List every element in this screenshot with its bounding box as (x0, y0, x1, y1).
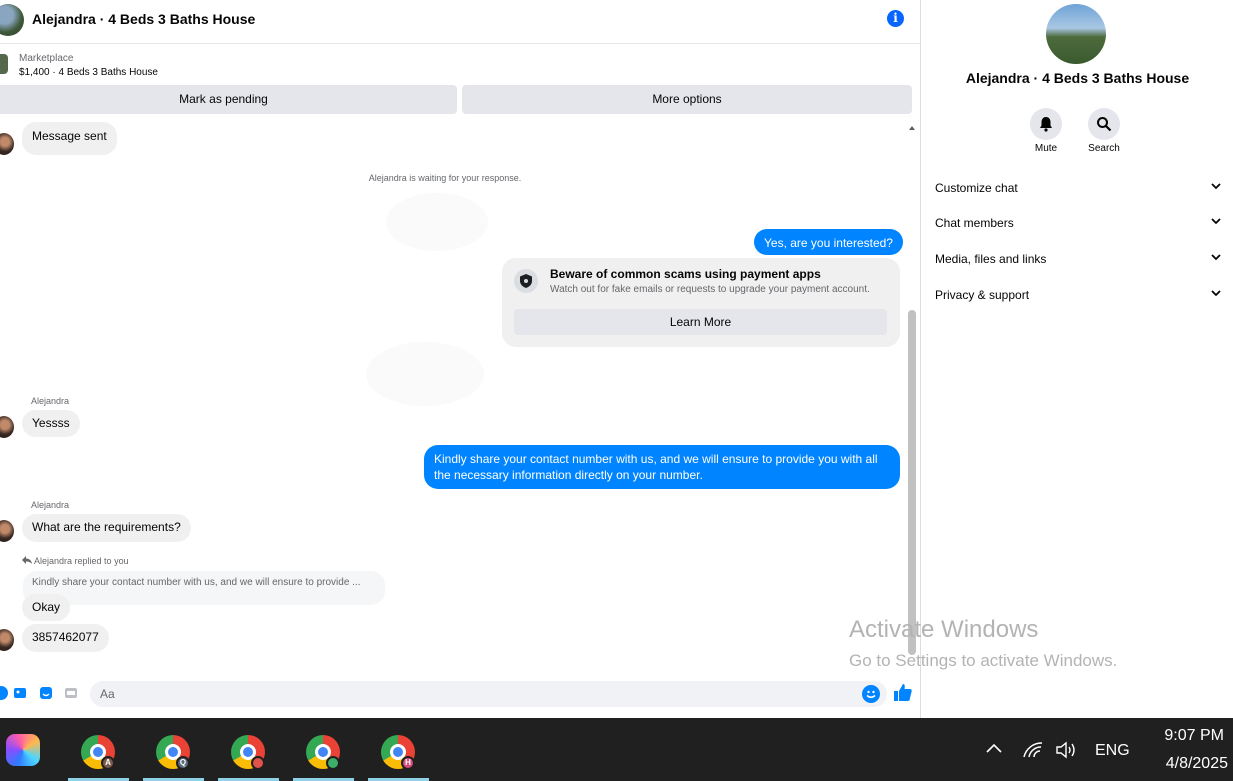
shield-icon (514, 269, 538, 293)
emoji-icon[interactable] (862, 685, 880, 703)
section-media-files-links[interactable]: Media, files and links (935, 250, 1223, 270)
taskbar-app-chrome-profile-4[interactable] (293, 720, 354, 781)
search-button[interactable] (1088, 108, 1120, 140)
avatar[interactable] (1046, 4, 1106, 64)
taskbar-app-chrome-profile-3[interactable] (218, 720, 279, 781)
section-customize-chat[interactable]: Customize chat (935, 179, 1223, 199)
blurred-sticker (366, 342, 484, 406)
scrollbar-thumb[interactable] (908, 310, 916, 655)
chat-window: Alejandra · 4 Beds 3 Baths House i Marke… (0, 0, 921, 718)
show-hidden-icons-chevron-up-icon[interactable] (985, 742, 1003, 754)
more-options-button[interactable]: More options (462, 85, 912, 114)
listing-summary[interactable]: Marketplace $1,400 · 4 Beds 3 Baths Hous… (0, 48, 921, 82)
scroll-up-arrow-icon[interactable] (909, 126, 915, 130)
profile-badge: H (401, 756, 415, 770)
bell-icon (1040, 117, 1052, 132)
scam-warning-card: Beware of common scams using payment app… (502, 258, 900, 347)
clock-date[interactable]: 4/8/2025 (1130, 755, 1228, 773)
thumbs-up-icon[interactable] (893, 683, 913, 703)
copilot-icon[interactable] (6, 734, 40, 766)
listing-price-title: $1,400 · 4 Beds 3 Baths House (19, 67, 158, 78)
listing-thumbnail (0, 54, 8, 74)
listing-source: Marketplace (19, 53, 74, 64)
message-bubble-outgoing: Kindly share your contact number with us… (424, 445, 900, 489)
learn-more-button[interactable]: Learn More (514, 309, 887, 335)
section-label: Privacy & support (935, 288, 1030, 302)
message-bubble-outgoing: Yes, are you interested? (754, 229, 903, 255)
profile-badge (251, 756, 265, 770)
panel-title: Alejandra · 4 Beds 3 Baths House (965, 70, 1190, 86)
chevron-down-icon (1211, 218, 1221, 225)
avatar[interactable] (0, 4, 24, 36)
speaker-icon[interactable] (1055, 741, 1079, 759)
scam-warning-description: Watch out for fake emails or requests to… (550, 284, 870, 295)
message-bubble-incoming: What are the requirements? (22, 514, 191, 542)
sender-name: Alejandra (31, 500, 70, 510)
taskbar-app-chrome-profile-q[interactable]: Q (143, 720, 204, 781)
mute-button[interactable] (1030, 108, 1062, 140)
message-sent-bubble: Message sent (22, 122, 117, 155)
chevron-down-icon (1211, 254, 1221, 261)
chevron-down-icon (1211, 183, 1221, 190)
section-privacy-support[interactable]: Privacy & support (935, 286, 1223, 306)
profile-badge (326, 756, 340, 770)
search-icon (1097, 117, 1112, 132)
reply-quote[interactable]: Kindly share your contact number with us… (23, 571, 385, 605)
chat-info-panel: Alejandra · 4 Beds 3 Baths House Mute Se… (922, 0, 1233, 718)
scam-warning-title: Beware of common scams using payment app… (550, 267, 821, 281)
taskbar-app-chrome-profile-a[interactable]: A (68, 720, 129, 781)
profile-badge: A (101, 756, 115, 770)
sticker-icon[interactable] (39, 686, 53, 700)
sender-name: Alejandra (31, 396, 70, 406)
reply-icon (22, 556, 32, 564)
chat-title[interactable]: Alejandra · 4 Beds 3 Baths House (32, 11, 255, 27)
activate-windows-subtitle: Go to Settings to activate Windows. (849, 651, 1118, 670)
gif-icon[interactable] (64, 686, 78, 700)
taskbar-app-chrome-profile-h[interactable]: H (368, 720, 429, 781)
message-bubble-incoming: 3857462077 (22, 624, 109, 652)
clock-time[interactable]: 9:07 PM (1130, 727, 1224, 745)
taskbar: A Q H (0, 718, 1233, 781)
mute-label: Mute (1034, 143, 1058, 154)
blurred-sticker (386, 193, 488, 251)
section-label: Customize chat (935, 181, 1018, 195)
reply-label: Alejandra replied to you (34, 556, 129, 566)
message-scrollbar[interactable] (906, 122, 919, 672)
info-icon[interactable]: i (887, 10, 904, 27)
mark-as-pending-button[interactable]: Mark as pending (0, 85, 457, 114)
plus-circle-icon[interactable] (0, 686, 8, 700)
activate-windows-title: Activate Windows (849, 616, 1039, 643)
message-bubble-incoming: Okay (22, 594, 71, 621)
reply-indicator: Alejandra replied to you (22, 556, 129, 566)
section-chat-members[interactable]: Chat members (935, 214, 1223, 234)
search-label: Search (1088, 143, 1120, 154)
wifi-icon[interactable] (1022, 741, 1044, 759)
profile-badge: Q (176, 756, 190, 770)
section-label: Media, files and links (935, 252, 1047, 266)
composer (0, 676, 921, 716)
section-label: Chat members (935, 216, 1014, 230)
waiting-note: Alejandra is waiting for your response. (368, 173, 522, 183)
language-indicator[interactable]: ENG (1095, 742, 1130, 760)
chevron-down-icon (1211, 290, 1221, 297)
chat-header: Alejandra · 4 Beds 3 Baths House i (0, 0, 921, 44)
message-bubble-incoming: Yessss (22, 410, 80, 437)
photo-icon[interactable] (13, 686, 27, 700)
message-input[interactable] (90, 681, 887, 707)
